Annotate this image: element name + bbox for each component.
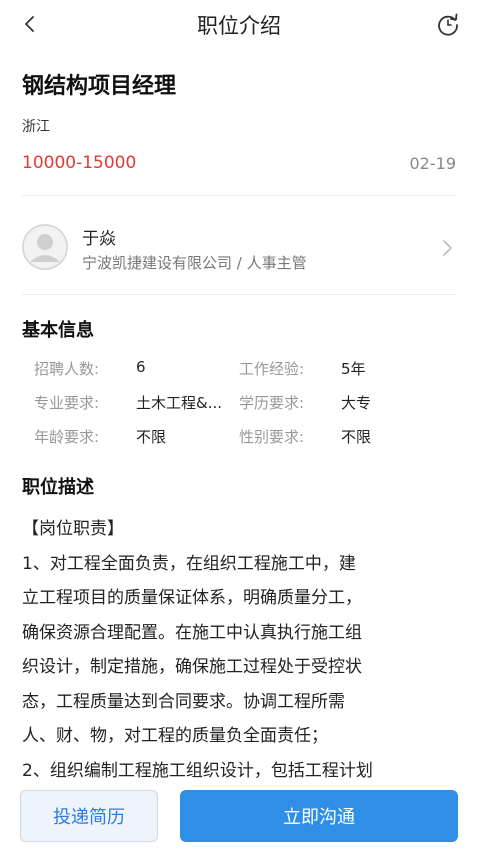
info-label: 年龄要求: (34, 428, 100, 446)
job-description: 【岗位职责】 1、对工程全面负责，在组织工程施工中，建 立工程项目的质量保证体系… (22, 512, 462, 788)
divider (22, 294, 456, 295)
info-label: 专业要求: (34, 394, 100, 412)
recruiter-company: 宁波凯捷建设有限公司 / 人事主管 (82, 254, 307, 272)
info-label: 性别要求: (239, 428, 305, 446)
info-label: 工作经验: (239, 360, 305, 378)
recruiter-name: 于焱 (82, 229, 116, 249)
chat-now-button[interactable]: 立即沟通 (180, 790, 458, 842)
basic-info-heading: 基本信息 (22, 320, 94, 341)
basic-info-grid: 招聘人数: 6 工作经验: 5年 专业要求: 土木工程&... 学历要求: 大专… (34, 358, 454, 460)
info-label: 招聘人数: (34, 360, 100, 378)
info-row: 招聘人数: 6 工作经验: 5年 (34, 358, 454, 392)
info-value: 土木工程&... (136, 394, 223, 412)
info-value: 5年 (341, 360, 366, 378)
info-value: 不限 (136, 428, 167, 446)
info-label: 学历要求: (239, 394, 305, 412)
job-salary: 10000-15000 (22, 153, 137, 173)
description-line: 立工程项目的质量保证体系，明确质量分工， (22, 588, 362, 608)
avatar (22, 224, 68, 270)
info-value: 6 (136, 358, 146, 376)
recruiter-card[interactable]: 于焱 宁波凯捷建设有限公司 / 人事主管 (0, 210, 478, 286)
divider (22, 195, 456, 196)
info-row: 年龄要求: 不限 性别要求: 不限 (34, 426, 454, 460)
description-line: 【岗位职责】 (22, 519, 124, 539)
description-line: 确保资源合理配置。在施工中认真执行施工组 (22, 622, 362, 643)
job-title: 钢结构项目经理 (22, 74, 177, 99)
top-nav-bar: 职位介绍 (0, 0, 478, 48)
description-line: 态，工程质量达到合同要求。协调工程所需 (22, 691, 345, 712)
description-line: 人、财、物，对工程的质量负全面责任； (22, 726, 328, 746)
refresh-icon[interactable] (432, 8, 464, 40)
chevron-right-icon (440, 236, 456, 260)
job-city: 浙江 (22, 119, 50, 135)
description-line: 1、对工程全面负责，在组织工程施工中，建 (22, 553, 356, 574)
job-date: 02-19 (409, 154, 457, 173)
description-heading: 职位描述 (22, 477, 94, 498)
submit-resume-button[interactable]: 投递简历 (20, 790, 158, 842)
page-title: 职位介绍 (197, 14, 281, 38)
info-value: 大专 (341, 394, 372, 412)
info-value: 不限 (341, 428, 372, 446)
info-row: 专业要求: 土木工程&... 学历要求: 大专 (34, 392, 454, 426)
bottom-action-bar: 投递简历 立即沟通 (0, 782, 478, 850)
description-line: 织设计，制定措施，确保施工过程处于受控状 (22, 657, 362, 677)
